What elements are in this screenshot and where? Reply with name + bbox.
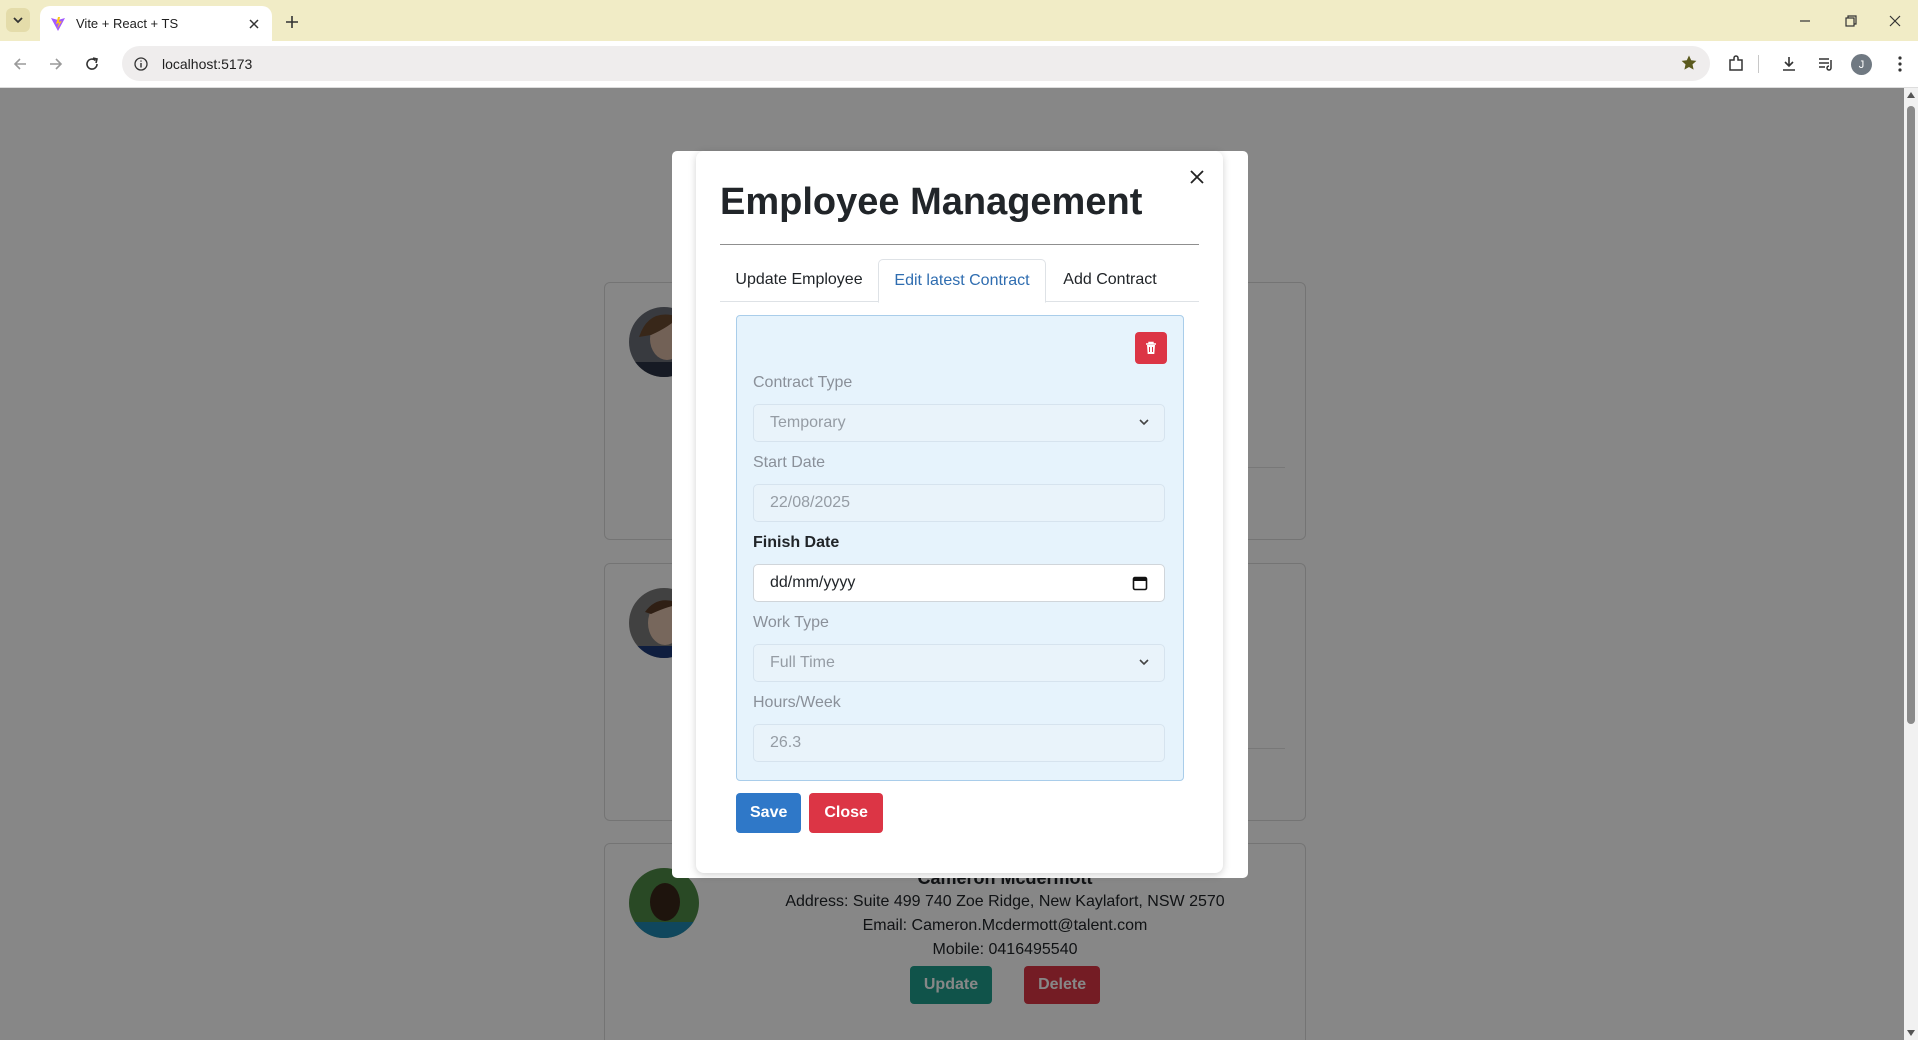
modal-card: Employee Management Update Employee Edit… — [696, 151, 1223, 873]
trash-icon[interactable] — [1135, 332, 1167, 364]
tab-update-employee[interactable]: Update Employee — [720, 259, 878, 301]
finish-date-field[interactable]: dd/mm/yyyy — [753, 564, 1165, 602]
save-button[interactable]: Save — [736, 793, 802, 833]
modal-footer: Save Close — [736, 793, 883, 833]
back-icon[interactable] — [8, 52, 32, 76]
tab-list-icon[interactable] — [6, 8, 30, 32]
address-bar[interactable]: localhost:5173 — [122, 46, 1710, 81]
hours-week-label: Hours/Week — [753, 694, 841, 711]
title-divider — [720, 244, 1199, 245]
start-date-field[interactable]: 22/08/2025 — [753, 484, 1165, 522]
new-tab-icon[interactable] — [280, 10, 304, 34]
site-info-icon[interactable] — [132, 55, 150, 73]
work-type-label: Work Type — [753, 614, 829, 631]
scrollbar-thumb[interactable] — [1907, 106, 1915, 724]
restore-icon[interactable] — [1828, 8, 1874, 34]
work-type-select[interactable]: Full Time — [753, 644, 1165, 682]
bookmark-star-icon[interactable] — [1680, 54, 1698, 77]
scroll-up-icon[interactable] — [1906, 90, 1916, 100]
contract-type-label: Contract Type — [753, 374, 853, 391]
menu-icon[interactable] — [1888, 52, 1912, 76]
contract-form-panel: Contract Type Temporary Start Date 22/08… — [736, 315, 1184, 781]
toolbar-divider — [1758, 55, 1759, 73]
browser-tab[interactable]: Vite + React + TS — [40, 6, 272, 41]
modal-title: Employee Management — [720, 181, 1143, 223]
url-text[interactable]: localhost:5173 — [162, 56, 252, 72]
finish-date-placeholder: dd/mm/yyyy — [770, 574, 856, 591]
calendar-icon[interactable] — [1132, 575, 1148, 591]
tab-title: Vite + React + TS — [76, 16, 179, 31]
close-button[interactable]: Close — [809, 793, 883, 833]
modal-close-icon[interactable] — [1185, 165, 1209, 189]
modal-tabs: Update Employee Edit latest Contract Add… — [720, 259, 1199, 303]
forward-icon[interactable] — [44, 52, 68, 76]
extensions-icon[interactable] — [1724, 52, 1748, 76]
chevron-down-icon — [1139, 419, 1149, 426]
browser-toolbar: localhost:5173 J — [0, 41, 1918, 88]
employee-management-modal: Employee Management Update Employee Edit… — [672, 151, 1248, 878]
start-date-label: Start Date — [753, 454, 826, 471]
close-tab-icon[interactable] — [244, 14, 264, 34]
download-icon[interactable] — [1777, 52, 1801, 76]
close-window-icon[interactable] — [1872, 8, 1918, 34]
start-date-value: 22/08/2025 — [770, 494, 851, 511]
page-scrollbar[interactable] — [1904, 88, 1918, 1040]
vite-favicon — [51, 16, 65, 31]
hours-week-value: 26.3 — [770, 734, 802, 751]
page-viewport: Cameron Mcdermott Address: Suite 499 740… — [0, 88, 1918, 1040]
tab-edit-latest-contract[interactable]: Edit latest Contract — [878, 259, 1046, 303]
scroll-down-icon[interactable] — [1906, 1028, 1916, 1038]
finish-date-label: Finish Date — [753, 534, 840, 551]
hours-week-field[interactable]: 26.3 — [753, 724, 1165, 762]
chevron-down-icon — [1139, 659, 1149, 666]
contract-type-select[interactable]: Temporary — [753, 404, 1165, 442]
contract-type-value: Temporary — [770, 414, 846, 431]
minimize-icon[interactable] — [1782, 8, 1828, 34]
reload-icon[interactable] — [80, 52, 104, 76]
profile-avatar[interactable]: J — [1851, 54, 1872, 75]
work-type-value: Full Time — [770, 654, 835, 671]
media-icon[interactable] — [1814, 52, 1838, 76]
tab-add-contract[interactable]: Add Contract — [1046, 259, 1174, 301]
browser-tab-strip: Vite + React + TS — [0, 0, 1918, 41]
